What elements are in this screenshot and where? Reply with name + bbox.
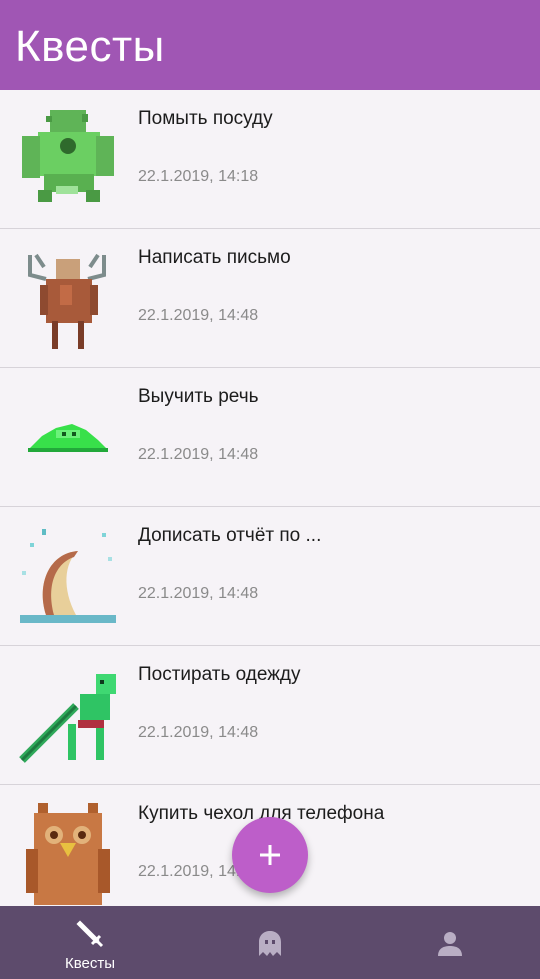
nav-tab-quests-label: Квесты	[64, 955, 116, 972]
quest-date: 22.1.2019, 14:48	[138, 446, 259, 463]
quest-title: Постирать одежду	[138, 664, 301, 685]
person-icon	[438, 932, 462, 956]
quest-date: 22.1.2019, 14:48	[138, 307, 259, 324]
list-item[interactable]: Помыть посуду 22.1.2019, 14:18	[0, 90, 540, 229]
plus-icon	[260, 845, 280, 865]
green-slime-icon	[28, 424, 108, 452]
ghost-icon	[259, 931, 281, 956]
bottom-navigation: Квесты	[0, 906, 540, 979]
list-item[interactable]: Дописать отчёт по ... 22.1.2019, 14:48	[0, 507, 540, 646]
sand-worm-icon	[20, 529, 116, 623]
quest-list[interactable]: Помыть посуду 22.1.2019, 14:18 Написать …	[0, 90, 540, 906]
quest-title: Помыть посуду	[138, 108, 273, 129]
quest-title: Написать письмо	[138, 247, 291, 268]
list-item[interactable]: Написать письмо 22.1.2019, 14:48	[0, 229, 540, 368]
list-item[interactable]: Постирать одежду 22.1.2019, 14:48	[0, 646, 540, 785]
green-troll-icon	[22, 110, 114, 202]
quest-title: Дописать отчёт по ...	[138, 525, 322, 546]
add-quest-button[interactable]	[232, 817, 308, 893]
list-item[interactable]: Выучить речь 22.1.2019, 14:48	[0, 368, 540, 507]
quest-date: 22.1.2019, 14:18	[138, 168, 259, 185]
quest-date: 22.1.2019, 14:48	[138, 724, 259, 741]
antlered-creature-icon	[28, 253, 106, 349]
app-bar: Квесты	[0, 0, 540, 90]
page-title: Квесты	[15, 22, 165, 71]
sword-icon	[76, 920, 104, 948]
nav-tab-quests[interactable]: Квесты	[30, 906, 150, 979]
quest-date: 22.1.2019, 14:48	[138, 585, 259, 602]
skeleton-swordsman-icon	[19, 674, 116, 763]
nav-tab-monsters[interactable]	[210, 906, 330, 979]
quest-title: Выучить речь	[138, 386, 259, 407]
nav-tab-profile[interactable]	[390, 906, 510, 979]
owl-bear-icon	[26, 803, 110, 905]
